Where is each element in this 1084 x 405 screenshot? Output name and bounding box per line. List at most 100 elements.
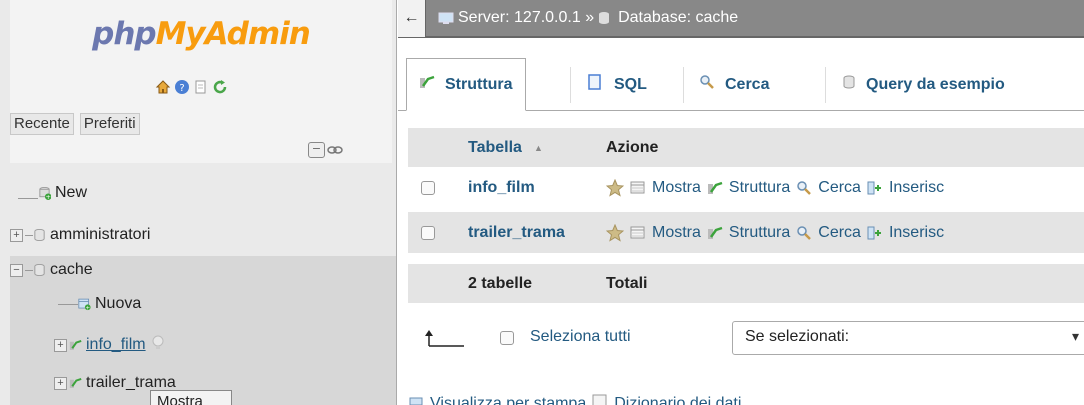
svg-text:+: + bbox=[85, 305, 90, 311]
column-header-tabella[interactable]: Tabella ▲ bbox=[468, 128, 543, 167]
browse-link[interactable]: Mostra bbox=[652, 224, 701, 242]
tree-label-info-film[interactable]: info_film bbox=[86, 336, 146, 354]
search-link[interactable]: Cerca bbox=[818, 179, 861, 197]
tree-item-info-film[interactable]: + info_film bbox=[54, 329, 164, 361]
tree-item-amministratori[interactable]: + amministratori bbox=[10, 219, 150, 251]
tab-label: Cerca bbox=[725, 75, 770, 93]
structure-link[interactable]: Struttura bbox=[729, 179, 790, 197]
tables-count: 2 tabelle bbox=[468, 274, 533, 292]
docs-icon[interactable] bbox=[193, 79, 209, 95]
home-icon[interactable] bbox=[155, 79, 171, 95]
search-link[interactable]: Cerca bbox=[818, 224, 861, 242]
database-icon bbox=[598, 11, 614, 25]
table-header-row: Tabella ▲ Azione bbox=[408, 128, 1084, 167]
sql-icon bbox=[586, 73, 604, 96]
bulk-actions: Seleziona tutti Se selezionati: ▾ bbox=[408, 318, 1084, 368]
structure-link[interactable]: Struttura bbox=[729, 224, 790, 242]
chevron-down-icon: ▾ bbox=[1071, 328, 1079, 344]
logo-text-myadmin: MyAdmin bbox=[155, 16, 311, 52]
expand-icon[interactable]: + bbox=[54, 376, 67, 390]
nav-icon-bar: ? bbox=[155, 79, 228, 95]
collapse-icon[interactable]: − bbox=[10, 263, 23, 277]
insert-icon bbox=[866, 179, 884, 197]
structure-icon bbox=[706, 179, 724, 197]
favorite-star-icon[interactable] bbox=[606, 178, 624, 197]
with-selected-dropdown[interactable]: Se selezionati: ▾ bbox=[732, 321, 1084, 355]
browse-icon bbox=[629, 179, 647, 197]
main-content: ← Server: 127.0.0.1 » Database: cache St… bbox=[398, 0, 1084, 405]
table-structure-icon bbox=[69, 375, 82, 391]
tree-label-new-table: Nuova bbox=[95, 295, 142, 312]
expand-icon[interactable]: + bbox=[54, 338, 67, 352]
breadcrumb-server[interactable]: Server: 127.0.0.1 » bbox=[458, 9, 594, 27]
print-view-link[interactable]: Visualizza per stampa bbox=[430, 395, 586, 405]
search-icon bbox=[699, 74, 715, 95]
reload-icon[interactable] bbox=[212, 79, 228, 95]
expand-icon[interactable]: + bbox=[10, 228, 23, 242]
database-icon bbox=[33, 262, 46, 278]
recent-favorites-tabs: Recente Preferiti bbox=[10, 113, 140, 135]
column-header-label: Tabella bbox=[468, 138, 522, 156]
new-table-icon: + bbox=[78, 296, 91, 312]
tab-cerca[interactable]: Cerca bbox=[687, 58, 781, 111]
new-database-icon: + bbox=[38, 185, 51, 201]
tree-controls: − bbox=[308, 142, 343, 158]
search-icon bbox=[795, 224, 813, 242]
tooltip: Mostra bbox=[150, 390, 232, 405]
tree-item-new-table[interactable]: + Nuova bbox=[58, 288, 141, 320]
tree-label-cache: cache bbox=[50, 261, 93, 278]
breadcrumb-database[interactable]: Database: cache bbox=[618, 9, 738, 27]
tab-query-da-esempio[interactable]: Query da esempio bbox=[830, 58, 1017, 111]
tree-label-amministratori: amministratori bbox=[50, 226, 151, 243]
table-name-link[interactable]: trailer_trama bbox=[468, 212, 565, 253]
dictionary-icon bbox=[592, 394, 608, 405]
search-icon bbox=[795, 179, 813, 197]
row-actions: Mostra Struttura Cerca Inserisc bbox=[606, 212, 944, 253]
structure-icon bbox=[706, 224, 724, 242]
table-footer-row: 2 tabelle Totali bbox=[408, 264, 1084, 303]
back-button[interactable]: ← bbox=[398, 0, 426, 37]
collapse-all-icon[interactable]: − bbox=[308, 142, 325, 158]
tab-struttura[interactable]: Struttura bbox=[406, 58, 526, 111]
navigation-panel: phpMyAdmin ? Recente Preferiti − + New +… bbox=[0, 0, 397, 405]
table-name-link[interactable]: info_film bbox=[468, 167, 535, 208]
tree-item-cache[interactable]: − cache bbox=[10, 254, 93, 286]
tab-label: Struttura bbox=[445, 75, 513, 93]
sort-ascending-icon: ▲ bbox=[533, 142, 543, 153]
insert-icon bbox=[866, 224, 884, 242]
row-checkbox[interactable] bbox=[421, 225, 435, 240]
arrow-up-left-icon bbox=[424, 328, 464, 352]
favorites-tab[interactable]: Preferiti bbox=[79, 113, 140, 135]
row-checkbox[interactable] bbox=[421, 180, 435, 195]
svg-text:?: ? bbox=[179, 83, 184, 94]
favorite-star-icon[interactable] bbox=[606, 223, 624, 242]
browse-icon bbox=[629, 224, 647, 242]
breadcrumb: ← Server: 127.0.0.1 » Database: cache bbox=[398, 0, 1084, 38]
navigation-header: phpMyAdmin ? Recente Preferiti − bbox=[10, 0, 392, 163]
tab-sql[interactable]: SQL bbox=[574, 58, 659, 111]
tab-label: Query da esempio bbox=[866, 75, 1005, 93]
tree-label-new: New bbox=[55, 184, 88, 201]
phpmyadmin-logo[interactable]: phpMyAdmin bbox=[10, 16, 392, 52]
structure-icon bbox=[419, 74, 435, 95]
tab-label: SQL bbox=[614, 75, 647, 93]
column-header-azione: Azione bbox=[606, 138, 659, 156]
top-menu-tabs: Struttura SQL Cerca Query da esempio bbox=[398, 49, 1084, 111]
select-all-checkbox[interactable] bbox=[500, 331, 514, 345]
recent-tab[interactable]: Recente bbox=[10, 113, 74, 135]
insert-link[interactable]: Inserisc bbox=[889, 224, 944, 242]
server-icon bbox=[438, 11, 454, 25]
bulb-icon bbox=[152, 335, 164, 356]
tree-item-new[interactable]: + New bbox=[10, 177, 87, 209]
database-icon bbox=[33, 227, 46, 243]
print-icon bbox=[408, 394, 424, 405]
browse-link[interactable]: Mostra bbox=[652, 179, 701, 197]
table-structure-icon bbox=[69, 337, 82, 353]
svg-text:+: + bbox=[45, 193, 50, 201]
data-dictionary-link[interactable]: Dizionario dei dati bbox=[614, 395, 741, 405]
dropdown-value: Se selezionati: bbox=[745, 328, 850, 345]
help-icon[interactable]: ? bbox=[174, 79, 190, 95]
insert-link[interactable]: Inserisc bbox=[889, 179, 944, 197]
select-all-label[interactable]: Seleziona tutti bbox=[530, 328, 631, 346]
link-with-main-icon[interactable] bbox=[327, 144, 343, 156]
